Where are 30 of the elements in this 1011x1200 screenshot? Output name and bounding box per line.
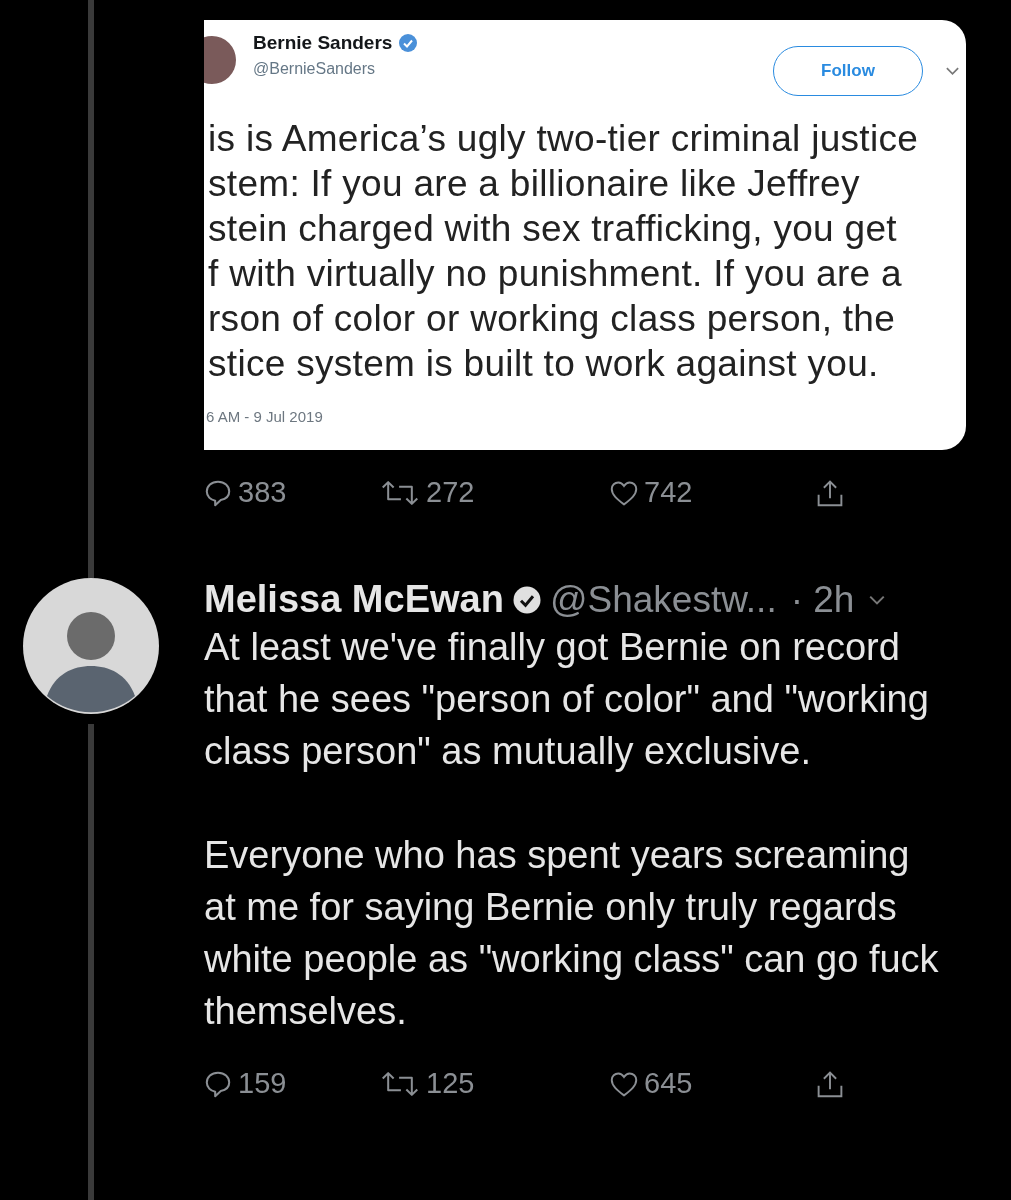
count: 272 (426, 476, 475, 509)
tweet-text-line: is is America’s ugly two-tier criminal justice (208, 117, 920, 161)
tweet-text-line: stice system is built to work against you. (208, 342, 880, 386)
count: 159 (238, 1067, 287, 1100)
retweet-icon[interactable] (380, 1069, 420, 1098)
author-name: Melissa McEwan (204, 578, 504, 621)
chevron-down-icon[interactable] (868, 593, 887, 606)
avatar[interactable] (23, 578, 159, 714)
timestamp: 6 AM - 9 Jul 2019 (206, 408, 324, 425)
tweet-text-line: f with virtually no punishment. If you are a (208, 252, 903, 296)
tweet-text: Everyone who has spent years screaming at me for saying Bernie only truly regards white people as "working class" can go fuck themselves. (204, 833, 940, 1034)
tweet-text: At least we've finally got Bernie on record that he sees "person of color" and "working class person" as mutually exclusive. (204, 625, 930, 774)
count: 645 (644, 1067, 693, 1100)
author-handle: @Shakestw... (549, 578, 777, 621)
count: 742 (644, 476, 693, 509)
author-name: Bernie Sanders (253, 32, 393, 54)
count: 383 (238, 476, 287, 509)
share-icon[interactable] (816, 478, 844, 507)
count: 125 (426, 1067, 475, 1100)
chevron-down-icon[interactable] (945, 66, 960, 76)
tweet-time: · 2h (790, 578, 855, 621)
follow-button[interactable]: Follow (773, 46, 923, 96)
speech-bubble-icon[interactable] (204, 1069, 232, 1098)
share-icon[interactable] (816, 1069, 844, 1098)
speech-bubble-icon[interactable] (204, 478, 232, 507)
tweet-text-line: rson of color or working class person, the (208, 297, 897, 341)
retweet-icon[interactable] (380, 478, 420, 507)
tweet-text-line: stein charged with sex trafficking, you get (208, 207, 898, 251)
tweet-text-line: stem: If you are a billionaire like Jeffrey (208, 162, 861, 206)
author-handle: @BernieSanders (253, 60, 377, 78)
